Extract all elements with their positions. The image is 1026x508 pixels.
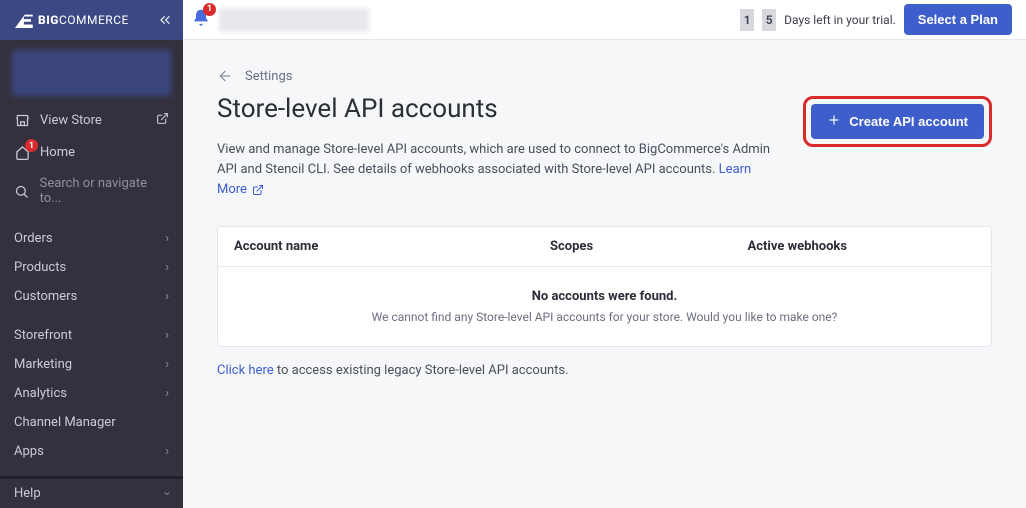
chevron-right-icon: › (165, 386, 169, 401)
storefront-icon (14, 113, 30, 128)
home-icon: 1 (14, 145, 30, 160)
trial-days-digit-2: 5 (762, 9, 776, 31)
trial-days-digit-1: 1 (740, 9, 754, 31)
create-account-highlight: Create API account (803, 96, 992, 147)
sidebar-menu: Orders› Products› Customers› Storefront›… (0, 224, 183, 479)
legacy-notice: Click here to access existing legacy Sto… (217, 363, 992, 378)
empty-state: No accounts were found. We cannot find a… (218, 267, 991, 346)
chevron-right-icon: › (165, 231, 169, 246)
chevron-up-icon: › (160, 492, 175, 496)
breadcrumb-label[interactable]: Settings (245, 69, 292, 84)
store-name-blur (219, 8, 369, 32)
sidebar-item-marketing[interactable]: Marketing› (0, 350, 183, 379)
sidebar-item-orders[interactable]: Orders› (0, 224, 183, 253)
sidebar-item-customers[interactable]: Customers› (0, 282, 183, 311)
chevron-right-icon: › (165, 357, 169, 372)
sidebar-view-store-label: View Store (40, 113, 102, 128)
sidebar-item-products[interactable]: Products› (0, 253, 183, 282)
bell-badge: 1 (203, 3, 216, 16)
trial-notice: 1 5 Days left in your trial. Select a Pl… (740, 4, 1012, 35)
sidebar-item-storefront[interactable]: Storefront› (0, 321, 183, 350)
store-switcher[interactable] (12, 50, 171, 96)
table-head: Account name Scopes Active webhooks (218, 227, 991, 267)
select-plan-button[interactable]: Select a Plan (904, 4, 1012, 35)
plus-icon (827, 113, 841, 130)
trial-text: Days left in your trial. (784, 13, 896, 27)
sidebar-search[interactable]: Search or navigate to... (0, 168, 183, 214)
external-link-icon (252, 184, 264, 196)
legacy-link[interactable]: Click here (217, 363, 274, 378)
col-scopes: Scopes (550, 239, 748, 254)
sidebar-view-store[interactable]: View Store (0, 104, 183, 137)
chevron-right-icon: › (165, 260, 169, 275)
sidebar-home-label: Home (40, 145, 75, 160)
empty-subtitle: We cannot find any Store-level API accou… (234, 310, 975, 324)
col-account-name: Account name (234, 239, 550, 254)
sidebar-item-apps[interactable]: Apps› (0, 437, 183, 466)
sidebar-item-analytics[interactable]: Analytics› (0, 379, 183, 408)
col-active-webhooks: Active webhooks (748, 239, 946, 254)
sidebar: BIGCOMMERCE View Store 1 (0, 0, 183, 508)
chevron-right-icon: › (165, 289, 169, 304)
brand-name: BIGCOMMERCE (38, 13, 129, 27)
chevron-right-icon: › (165, 328, 169, 343)
sidebar-item-channel-manager[interactable]: Channel Manager (0, 408, 183, 437)
page-description: View and manage Store-level API accounts… (217, 140, 773, 200)
sidebar-home[interactable]: 1 Home (0, 137, 183, 168)
search-icon (14, 184, 30, 199)
home-badge: 1 (25, 139, 38, 152)
collapse-sidebar-icon[interactable] (157, 12, 173, 28)
notifications-bell[interactable]: 1 (191, 8, 211, 32)
empty-title: No accounts were found. (234, 289, 975, 304)
page-title: Store-level API accounts (217, 94, 773, 124)
bigcommerce-logo-icon (12, 12, 34, 28)
breadcrumb: Settings (217, 68, 992, 84)
accounts-table: Account name Scopes Active webhooks No a… (217, 226, 992, 347)
brand-bar: BIGCOMMERCE (0, 0, 183, 40)
back-arrow-icon[interactable] (217, 68, 233, 84)
content: Settings Store-level API accounts View a… (183, 40, 1026, 406)
external-link-icon (156, 112, 169, 129)
main: 1 1 5 Days left in your trial. Select a … (183, 0, 1026, 508)
sidebar-search-placeholder: Search or navigate to... (40, 176, 169, 206)
chevron-right-icon: › (165, 444, 169, 459)
sidebar-item-help[interactable]: Help › (0, 479, 183, 508)
brand-logo: BIGCOMMERCE (12, 12, 129, 28)
create-api-account-button[interactable]: Create API account (811, 104, 984, 139)
topbar: 1 1 5 Days left in your trial. Select a … (183, 0, 1026, 40)
